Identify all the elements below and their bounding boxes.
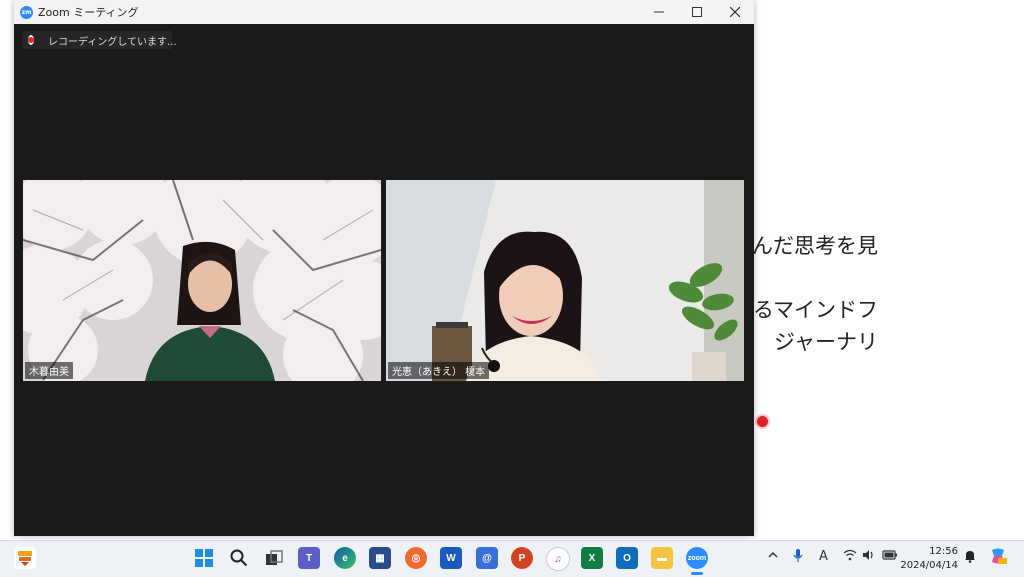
participant-video-tile[interactable]: 木暮由美: [23, 180, 381, 381]
participant-name: 光恵（あきえ） 榎本: [388, 362, 490, 379]
close-icon: [730, 7, 740, 17]
background-text-line-2: るマインドフ: [752, 298, 878, 322]
app-icon-2[interactable]: @: [476, 547, 498, 569]
minimize-icon: [654, 11, 664, 13]
minimize-button[interactable]: [640, 0, 678, 24]
recording-indicator[interactable]: レコーディングしています...: [22, 31, 177, 49]
wifi-icon[interactable]: [843, 549, 857, 564]
background-text-line-3: ジャーナリ: [774, 330, 878, 354]
notification-icon[interactable]: [964, 549, 976, 566]
chevron-up-icon[interactable]: [768, 549, 778, 564]
copilot-icon[interactable]: [989, 547, 1007, 568]
system-clock[interactable]: 12:56 2024/04/14: [900, 545, 958, 573]
powerpoint-icon[interactable]: P: [511, 547, 533, 569]
file-explorer-icon[interactable]: ▬: [651, 547, 673, 569]
zoom-logo-icon: zm: [20, 5, 33, 19]
recording-label: レコーディングしています...: [48, 36, 177, 48]
participant-video: [23, 180, 381, 381]
zoom-meeting-window: zm Zoom ミーティング レコーディングしています... 木暮由美 光恵（あ…: [14, 0, 754, 536]
taskbar: T e ▦ ◎ W @ P ♫ X O ▬ zoom A 12:56 2024/…: [0, 540, 1024, 577]
recording-icon: [28, 35, 34, 45]
teams-icon[interactable]: T: [298, 547, 320, 569]
zoom-icon[interactable]: zoom: [686, 547, 708, 569]
participant-video: [386, 180, 744, 381]
close-button[interactable]: [716, 0, 754, 24]
battery-icon[interactable]: [882, 549, 898, 564]
window-controls: [640, 0, 754, 24]
app-icon[interactable]: ◎: [405, 547, 427, 569]
background-text-line-1: んだ思考を見: [752, 234, 878, 258]
window-title: Zoom ミーティング: [38, 6, 139, 19]
speaker-icon[interactable]: [862, 549, 876, 564]
pointer-dot-icon: [757, 416, 768, 427]
start-icon[interactable]: [193, 547, 215, 569]
clock-time: 12:56: [929, 546, 958, 557]
task-view-icon[interactable]: [263, 547, 285, 569]
edge-icon[interactable]: e: [334, 547, 356, 569]
excel-icon[interactable]: X: [581, 547, 603, 569]
widgets-icon[interactable]: [14, 547, 36, 569]
word-icon[interactable]: W: [440, 547, 462, 569]
search-icon[interactable]: [228, 547, 250, 569]
participant-video-tile[interactable]: 光恵（あきえ） 榎本: [386, 180, 744, 381]
maximize-button[interactable]: [678, 0, 716, 24]
clock-date: 2024/04/14: [900, 560, 958, 571]
maximize-icon: [692, 7, 702, 17]
window-titlebar[interactable]: zm Zoom ミーティング: [14, 0, 754, 24]
participant-name: 木暮由美: [25, 362, 73, 379]
outlook-icon[interactable]: O: [616, 547, 638, 569]
ime-icon[interactable]: A: [819, 549, 828, 564]
itunes-icon[interactable]: ♫: [546, 547, 570, 571]
active-app-indicator: [691, 572, 703, 575]
microphone-icon[interactable]: [793, 549, 803, 566]
store-icon[interactable]: ▦: [369, 547, 391, 569]
